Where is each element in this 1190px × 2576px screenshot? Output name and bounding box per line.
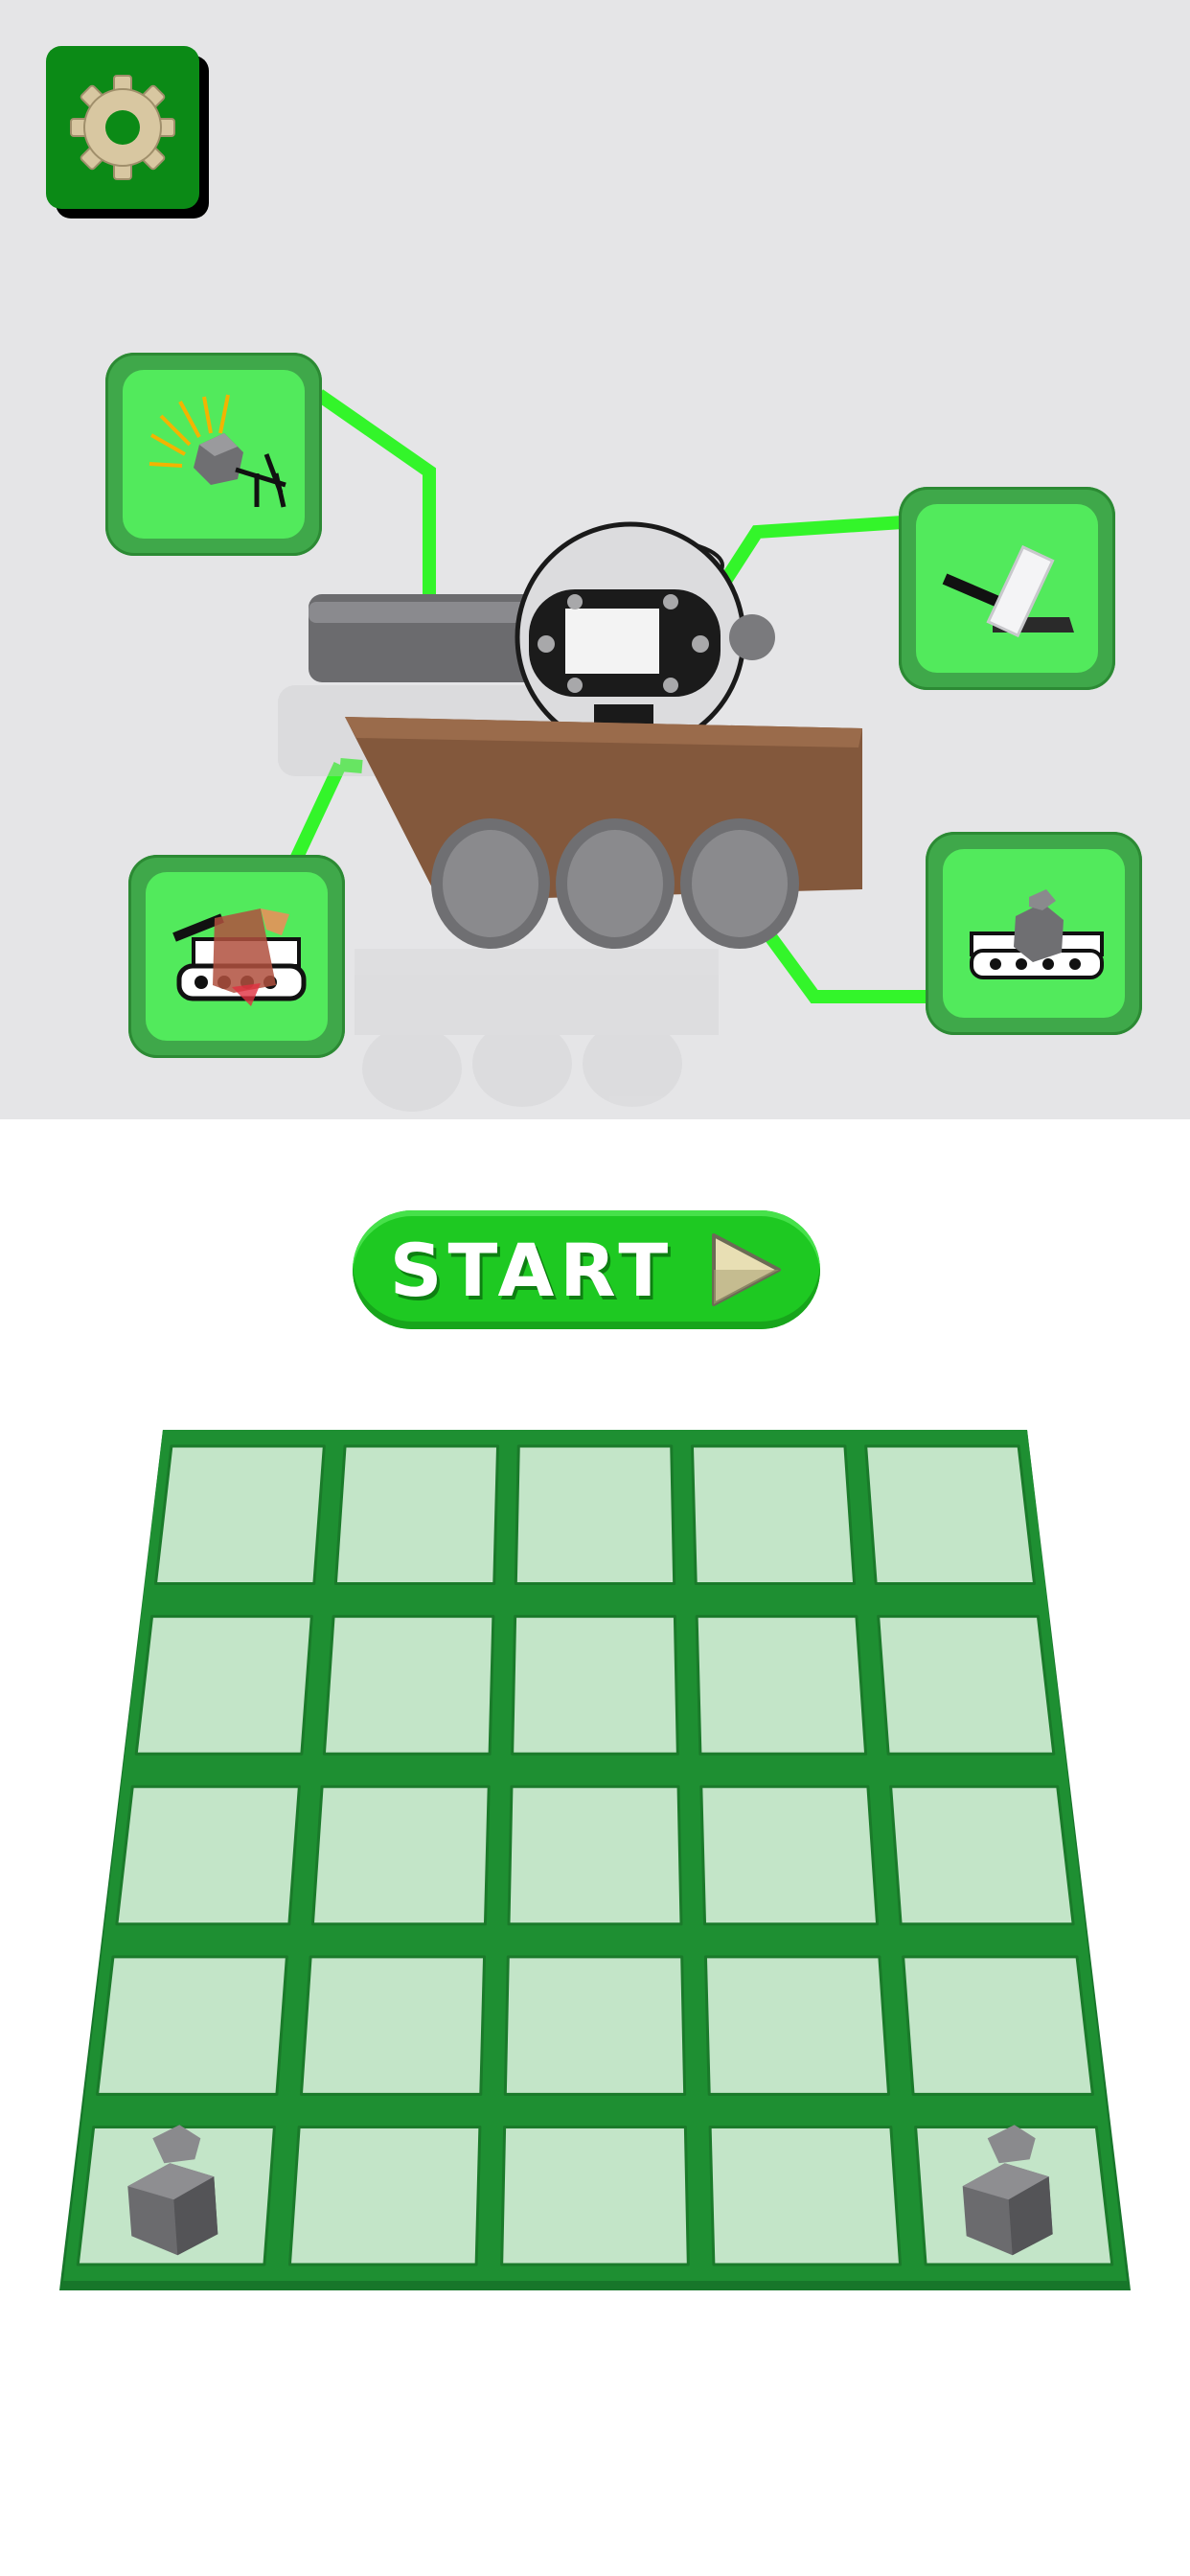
grid-cell-r4-c5[interactable]	[902, 1955, 1094, 2096]
grid-cell-r3-c1[interactable]	[115, 1784, 301, 1926]
grid-cell-r1-c2[interactable]	[333, 1444, 500, 1586]
grid-cell-r3-c2[interactable]	[310, 1784, 491, 1926]
grid-cell-r4-c3[interactable]	[503, 1955, 687, 2096]
grid-cell-r2-c5[interactable]	[877, 1615, 1056, 1756]
grid-cell-r3-c5[interactable]	[889, 1784, 1075, 1926]
grid-cell-r1-c4[interactable]	[690, 1444, 857, 1586]
grid-cell-r2-c4[interactable]	[695, 1615, 868, 1756]
merge-grid	[59, 1430, 1131, 2290]
grid-cell-r5-c4[interactable]	[708, 2125, 903, 2266]
grid-cell-r1-c5[interactable]	[864, 1444, 1037, 1586]
grid-cell-r1-c1[interactable]	[153, 1444, 326, 1586]
grid-cell-r2-c2[interactable]	[322, 1615, 495, 1756]
grid-cell-r2-c3[interactable]	[511, 1615, 679, 1756]
grid-cell-r5-c2[interactable]	[287, 2125, 482, 2266]
grid-cell-r4-c4[interactable]	[703, 1955, 891, 2096]
grid-cell-r1-c3[interactable]	[514, 1444, 676, 1586]
grid-cell-r3-c3[interactable]	[507, 1784, 683, 1926]
grid-cell-r5-c3[interactable]	[500, 2125, 690, 2266]
grid-cell-r4-c2[interactable]	[299, 1955, 487, 2096]
grid-cell-r2-c1[interactable]	[134, 1615, 313, 1756]
grid-cell-r3-c4[interactable]	[699, 1784, 880, 1926]
grid-cell-r4-c1[interactable]	[96, 1955, 288, 2096]
